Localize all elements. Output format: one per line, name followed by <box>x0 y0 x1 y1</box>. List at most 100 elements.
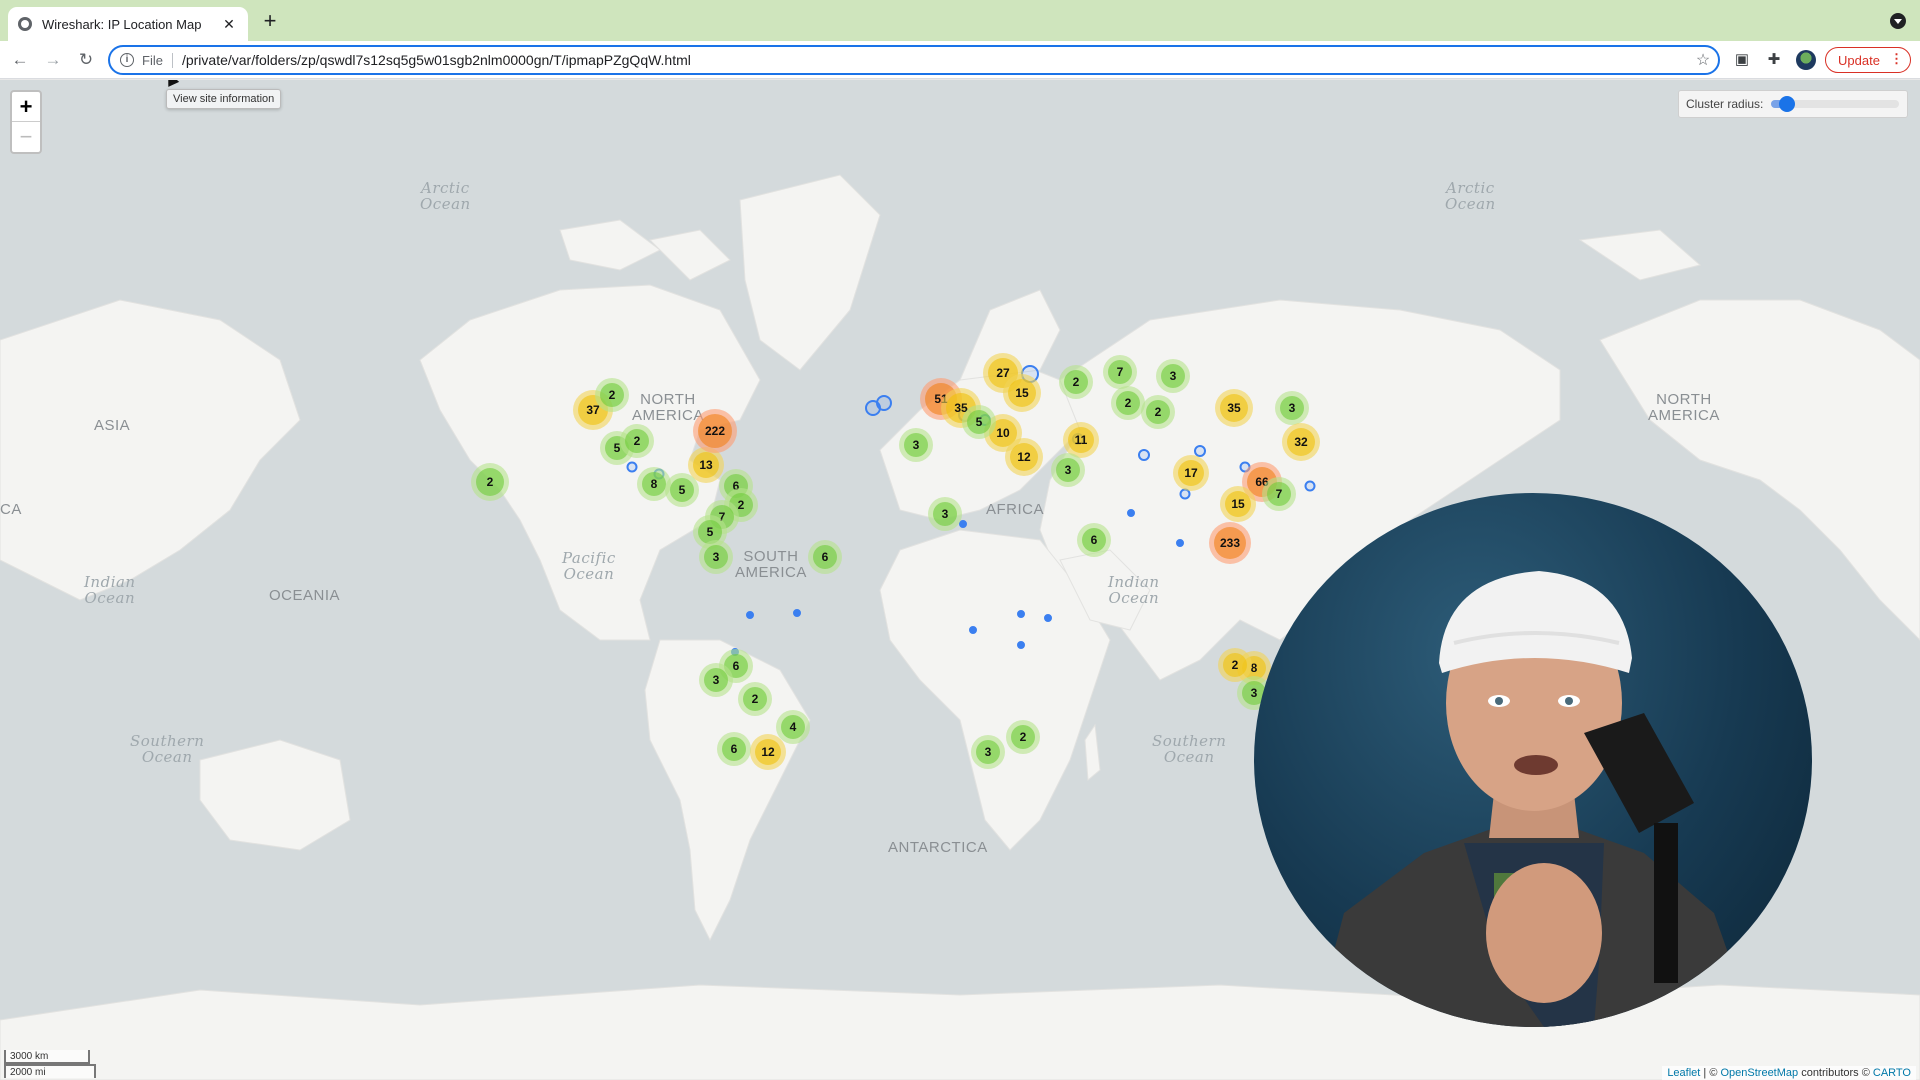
cluster-marker[interactable]: 7 <box>1262 477 1296 511</box>
osm-link[interactable]: OpenStreetMap <box>1720 1067 1798 1079</box>
url-scheme-chip[interactable]: File <box>142 52 173 68</box>
carto-link[interactable]: CARTO <box>1873 1067 1911 1079</box>
cluster-marker[interactable]: 7 <box>1103 355 1137 389</box>
ocean-label-indian-right: Indian Ocean <box>1108 573 1160 607</box>
cluster-marker[interactable]: 222 <box>693 409 737 453</box>
zoom-out-button[interactable]: − <box>12 122 40 152</box>
location-pin[interactable] <box>1127 509 1135 517</box>
cluster-marker[interactable]: 2 <box>1111 386 1145 420</box>
extension-icon[interactable]: ▣ <box>1732 50 1752 70</box>
cluster-radius-label: Cluster radius: <box>1686 97 1764 111</box>
land-label-ca-edge: CA <box>0 501 22 518</box>
cluster-marker[interactable]: 3 <box>1156 359 1190 393</box>
ip-location-map[interactable]: Arctic Ocean Arctic Ocean Pacific Ocean Ind… <box>0 80 1920 1080</box>
cluster-marker[interactable]: 2 <box>595 378 629 412</box>
land-label-north-america-right: NORTH AMERICA <box>1648 391 1720 424</box>
location-pin[interactable] <box>1044 614 1052 622</box>
location-pin[interactable] <box>969 626 977 634</box>
location-pin[interactable] <box>626 461 638 473</box>
cluster-marker[interactable]: 3 <box>971 735 1005 769</box>
ocean-label-arctic-left: Arctic Ocean <box>420 179 471 213</box>
tab-title: Wireshark: IP Location Map <box>42 16 202 32</box>
cluster-marker[interactable]: 3 <box>899 428 933 462</box>
puzzle-icon[interactable]: ✚ <box>1764 50 1784 70</box>
cluster-marker[interactable]: 2 <box>620 424 654 458</box>
location-pin[interactable] <box>793 609 801 617</box>
url-text[interactable]: /private/var/folders/zp/qswdl7s12sq5g5w0… <box>182 52 1688 68</box>
land-label-africa: AFRICA <box>986 501 1045 518</box>
cluster-marker[interactable]: 6 <box>808 540 842 574</box>
tab-ip-location-map[interactable]: Wireshark: IP Location Map ✕ <box>8 7 248 41</box>
new-tab-button[interactable]: + <box>258 9 282 33</box>
cluster-radius-slider[interactable] <box>1771 96 1900 112</box>
cluster-marker[interactable]: 35 <box>1215 389 1253 427</box>
cluster-marker[interactable]: 2 <box>1006 720 1040 754</box>
land-label-oceania: OCEANIA <box>269 587 341 604</box>
zoom-control: + − <box>10 90 42 154</box>
cluster-marker[interactable]: 3 <box>1051 453 1085 487</box>
cluster-marker[interactable]: 2 <box>1141 395 1175 429</box>
land-label-north-america-left: NORTH AMERICA <box>632 391 704 424</box>
star-icon[interactable]: ☆ <box>1688 50 1718 70</box>
ocean-label-southern-left: Southern Ocean <box>130 732 205 766</box>
cluster-marker[interactable]: 32 <box>1282 423 1320 461</box>
location-pin[interactable] <box>1304 480 1316 492</box>
land-label-asia: ASIA <box>94 417 131 434</box>
cluster-marker[interactable]: 3 <box>928 497 962 531</box>
scale-km: 3000 km <box>4 1050 90 1064</box>
tab-search-icon[interactable] <box>1890 13 1906 29</box>
cluster-marker[interactable]: 15 <box>1003 374 1041 412</box>
ocean-label-southern-right: Southern Ocean <box>1152 732 1227 766</box>
back-icon[interactable]: ← <box>8 48 32 72</box>
cluster-marker[interactable]: 2 <box>1059 365 1093 399</box>
location-pin[interactable] <box>1017 610 1025 618</box>
cluster-marker[interactable]: 2 <box>1218 648 1252 682</box>
webcam-overlay <box>1254 493 1812 1027</box>
ocean-label-indian-left: Indian Ocean <box>84 573 136 607</box>
ocean-label-pacific: Pacific Ocean <box>562 549 616 583</box>
cluster-marker[interactable]: 3 <box>1275 391 1309 425</box>
attribution-separator: | © <box>1700 1067 1721 1079</box>
leaflet-link[interactable]: Leaflet <box>1667 1067 1700 1079</box>
zoom-in-button[interactable]: + <box>12 92 40 122</box>
cluster-marker[interactable]: 3 <box>699 540 733 574</box>
cluster-marker[interactable]: 233 <box>1209 522 1251 564</box>
ocean-label-arctic-right: Arctic Ocean <box>1445 179 1496 213</box>
cluster-marker[interactable]: 6 <box>1077 523 1111 557</box>
close-tab-icon[interactable]: ✕ <box>220 16 238 33</box>
cluster-marker[interactable]: 2 <box>471 463 509 501</box>
location-pin[interactable] <box>1138 449 1150 461</box>
globe-icon <box>18 17 32 31</box>
location-pin[interactable] <box>746 611 754 619</box>
cluster-radius-thumb[interactable] <box>1778 96 1795 112</box>
land-label-antarctica: ANTARCTICA <box>888 839 988 856</box>
land-label-south-america: SOUTH AMERICA <box>735 548 807 581</box>
location-pin[interactable] <box>876 395 892 411</box>
tab-strip: Wireshark: IP Location Map ✕ + <box>0 0 1920 41</box>
location-pin[interactable] <box>1176 539 1184 547</box>
address-bar[interactable]: i File /private/var/folders/zp/qswdl7s12… <box>108 45 1720 75</box>
cluster-marker[interactable]: 2 <box>738 682 772 716</box>
profile-avatar[interactable] <box>1796 50 1816 70</box>
more-menu-icon[interactable]: ⋮ <box>1890 51 1903 67</box>
map-scale: 3000 km 2000 mi <box>4 1050 96 1078</box>
reload-icon[interactable]: ↻ <box>74 48 98 72</box>
cluster-marker[interactable]: 3 <box>699 663 733 697</box>
cluster-marker[interactable]: 5 <box>962 405 996 439</box>
cluster-marker[interactable]: 12 <box>750 734 786 770</box>
presenter-image <box>1314 571 1754 1027</box>
cluster-marker[interactable]: 6 <box>717 732 751 766</box>
site-info-tooltip: View site information <box>166 89 282 109</box>
cluster-marker[interactable]: 17 <box>1173 455 1209 491</box>
cluster-marker[interactable]: 15 <box>1220 486 1256 522</box>
update-label: Update <box>1838 52 1880 68</box>
info-icon[interactable]: i <box>120 53 134 67</box>
cluster-marker[interactable]: 12 <box>1005 438 1043 476</box>
browser-toolbar: ← → ↻ i File /private/var/folders/zp/qsw… <box>0 41 1920 79</box>
cluster-radius-control: Cluster radius: <box>1678 90 1908 118</box>
location-pin[interactable] <box>1017 641 1025 649</box>
map-attribution: Leaflet | © OpenStreetMap contributors ©… <box>1662 1066 1916 1080</box>
forward-icon[interactable]: → <box>41 48 65 72</box>
update-button[interactable]: Update ⋮ <box>1825 47 1911 73</box>
scale-mi: 2000 mi <box>4 1064 96 1078</box>
